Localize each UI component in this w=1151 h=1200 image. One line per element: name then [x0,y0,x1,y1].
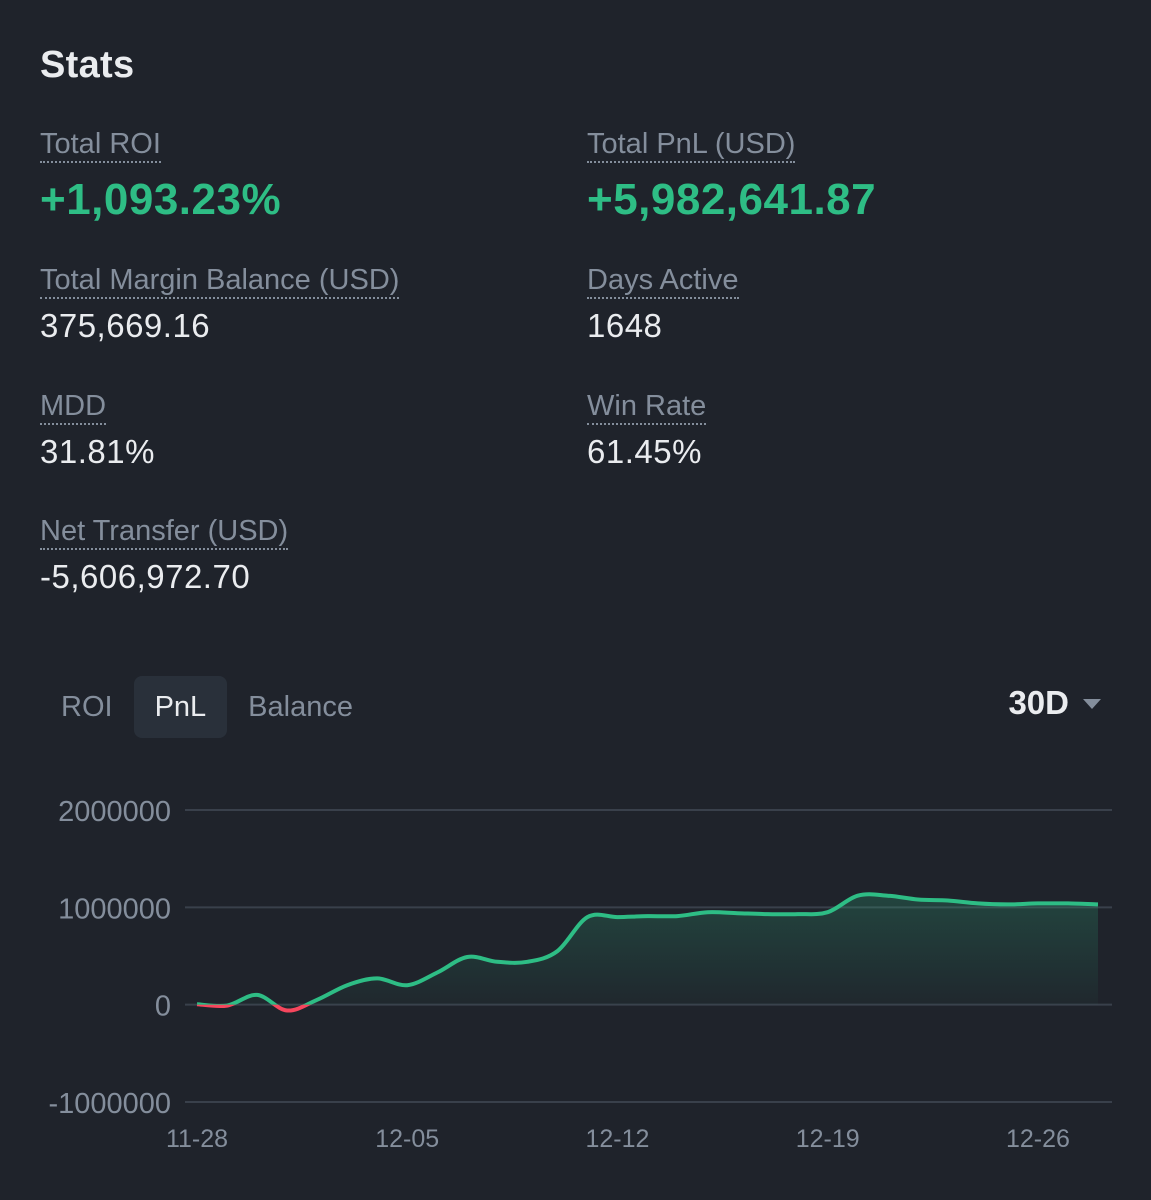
range-label: 30D [1008,684,1069,721]
stat-margin-balance: Total Margin Balance (USD) 375,669.16 [40,264,560,345]
x-tick-label: 12-12 [585,1125,649,1153]
margin-balance-label[interactable]: Total Margin Balance (USD) [40,264,400,299]
net-transfer-label[interactable]: Net Transfer (USD) [40,515,289,550]
days-active-label[interactable]: Days Active [587,264,739,299]
total-roi-label[interactable]: Total ROI [40,128,161,163]
total-roi-value: +1,093.23% [40,175,282,224]
total-pnl-label[interactable]: Total PnL (USD) [587,128,796,163]
caret-down-icon [1083,699,1101,709]
days-active-value: 1648 [587,307,663,344]
stat-total-pnl: Total PnL (USD) +5,982,641.87 [587,128,1107,225]
net-transfer-value: -5,606,972.70 [40,558,251,595]
range-selector[interactable]: 30D [1008,684,1101,722]
margin-balance-value: 375,669.16 [40,307,211,344]
y-tick-label: 2000000 [58,796,171,828]
mdd-value: 31.81% [40,433,155,470]
tab-roi[interactable]: ROI [40,676,134,738]
stat-total-roi: Total ROI +1,093.23% [40,128,560,225]
y-tick-label: 0 [155,991,171,1023]
stat-mdd: MDD 31.81% [40,390,560,471]
mdd-label[interactable]: MDD [40,390,107,425]
tab-pnl[interactable]: PnL [133,676,228,738]
y-tick-label: -1000000 [48,1088,171,1120]
win-rate-value: 61.45% [587,433,702,470]
y-tick-label: 1000000 [58,893,171,925]
chart-tabs: ROI PnL Balance [40,676,374,738]
x-tick-label: 12-19 [796,1125,860,1153]
x-tick-label: 12-26 [1006,1125,1070,1153]
win-rate-label[interactable]: Win Rate [587,390,707,425]
x-tick-label: 11-28 [166,1125,228,1153]
page-title: Stats [40,44,135,86]
total-pnl-value: +5,982,641.87 [587,175,877,224]
stat-net-transfer: Net Transfer (USD) -5,606,972.70 [40,515,560,596]
tab-balance[interactable]: Balance [227,676,374,738]
stats-page: Stats Total ROI +1,093.23% Total PnL (US… [0,0,1151,1200]
stat-days-active: Days Active 1648 [587,264,1107,345]
pnl-chart: 2000000 1000000 0 -1000000 11-28 12-05 12-12 12… [48,796,1112,1153]
stat-win-rate: Win Rate 61.45% [587,390,1107,471]
x-tick-label: 12-05 [375,1125,439,1153]
